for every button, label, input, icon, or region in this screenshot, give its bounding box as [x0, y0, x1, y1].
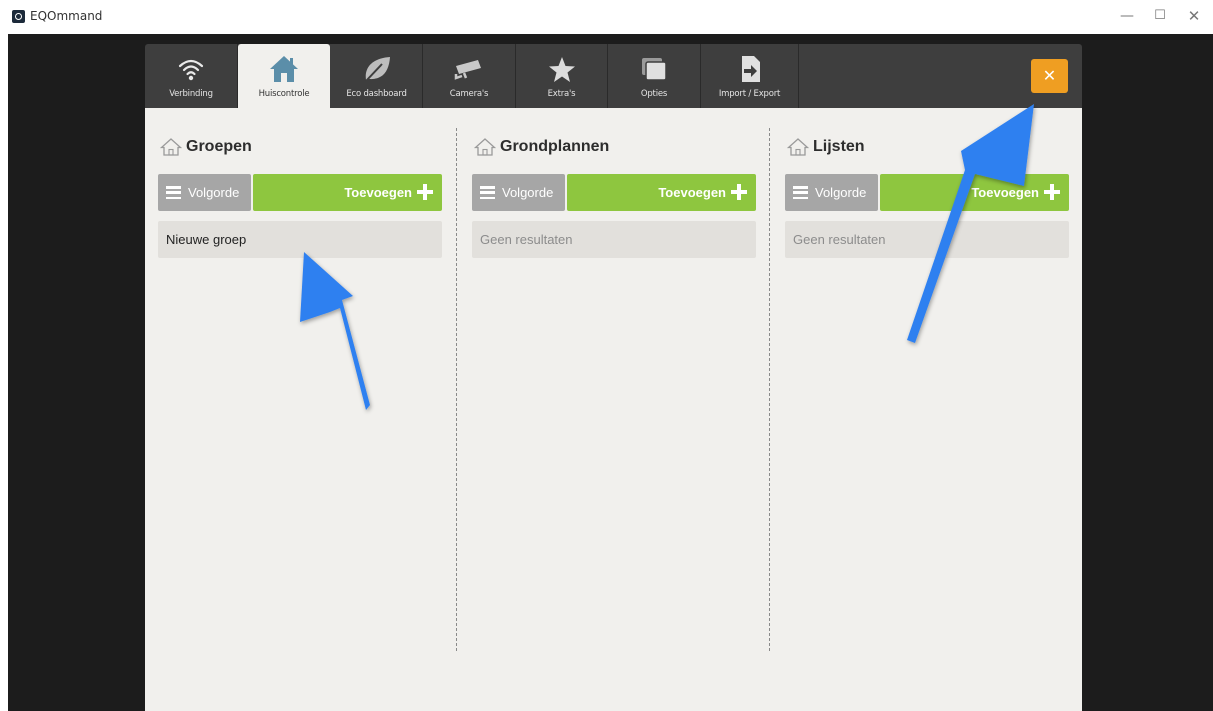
house-outline-icon	[160, 138, 182, 156]
house-outline-icon	[474, 138, 496, 156]
star-icon	[548, 57, 575, 82]
list-item-label: Nieuwe groep	[166, 232, 247, 247]
tab-label: Extra's	[547, 89, 576, 99]
tab-huiscontrole[interactable]: Huiscontrole	[238, 44, 330, 108]
close-panel-button[interactable]: ✕	[1031, 59, 1068, 93]
add-label: Toevoegen	[658, 185, 726, 200]
app-logo-icon	[12, 10, 25, 23]
order-label: Volgorde	[815, 185, 867, 200]
tab-eco-dashboard[interactable]: Eco dashboard	[331, 44, 423, 108]
column-title: Grondplannen	[500, 138, 610, 155]
leaf-icon	[364, 57, 390, 82]
add-button[interactable]: Toevoegen	[880, 174, 1069, 211]
main-content: Groepen Volgorde Toevoegen Nieuwe groep …	[145, 108, 1082, 711]
empty-message-label: Geen resultaten	[793, 232, 886, 247]
column-divider	[456, 128, 457, 651]
order-button[interactable]: Volgorde	[472, 174, 565, 211]
tab-import-export[interactable]: Import / Export	[701, 44, 799, 108]
add-button[interactable]: Toevoegen	[253, 174, 442, 211]
tab-verbinding[interactable]: Verbinding	[145, 44, 238, 108]
tab-extras[interactable]: Extra's	[516, 44, 608, 108]
tab-label: Huiscontrole	[258, 89, 310, 99]
windows-icon	[642, 58, 667, 81]
tab-label: Import / Export	[718, 89, 781, 99]
menu-icon	[793, 186, 808, 200]
empty-message-label: Geen resultaten	[480, 232, 573, 247]
window-close-button[interactable]: ✕	[1179, 4, 1209, 28]
tab-cameras[interactable]: Camera's	[423, 44, 516, 108]
column-title: Groepen	[186, 138, 252, 155]
camera-icon	[454, 60, 481, 80]
plus-icon	[417, 184, 433, 200]
add-button[interactable]: Toevoegen	[567, 174, 756, 211]
house-icon	[270, 56, 298, 82]
tab-label: Camera's	[449, 89, 489, 99]
empty-message: Geen resultaten	[472, 221, 756, 258]
empty-message: Geen resultaten	[785, 221, 1069, 258]
order-label: Volgorde	[188, 185, 240, 200]
add-label: Toevoegen	[344, 185, 412, 200]
list-item[interactable]: Nieuwe groep	[158, 221, 442, 258]
house-outline-icon	[787, 138, 809, 156]
window-title: EQOmmand	[30, 9, 103, 23]
minimize-button[interactable]: —	[1112, 4, 1142, 28]
tab-opties[interactable]: Opties	[608, 44, 701, 108]
wifi-icon	[178, 59, 204, 81]
column-title: Lijsten	[813, 138, 865, 155]
window-title-bar: EQOmmand — ☐ ✕	[0, 0, 1213, 34]
import-export-icon	[741, 56, 760, 82]
order-button[interactable]: Volgorde	[158, 174, 251, 211]
column-divider	[769, 128, 770, 651]
order-button[interactable]: Volgorde	[785, 174, 878, 211]
plus-icon	[1044, 184, 1060, 200]
tab-label: Eco dashboard	[346, 89, 407, 99]
menu-icon	[480, 186, 495, 200]
main-toolbar: Verbinding Huiscontrole Eco dashboard Ca…	[145, 44, 1082, 108]
add-label: Toevoegen	[971, 185, 1039, 200]
maximize-button[interactable]: ☐	[1145, 4, 1175, 28]
tab-label: Opties	[640, 89, 668, 99]
plus-icon	[731, 184, 747, 200]
tab-label: Verbinding	[169, 89, 213, 99]
menu-icon	[166, 186, 181, 200]
order-label: Volgorde	[502, 185, 554, 200]
